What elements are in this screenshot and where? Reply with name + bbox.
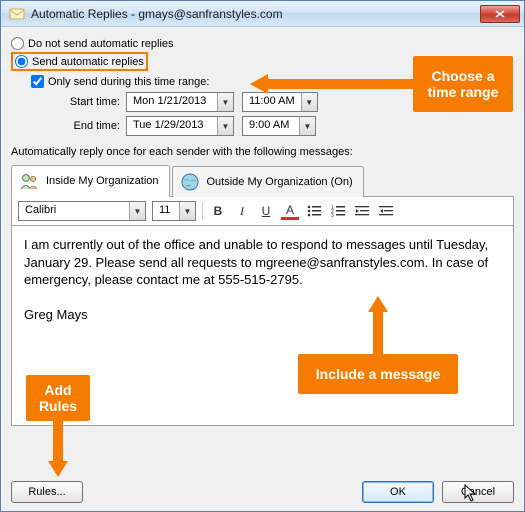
end-time-combo[interactable]: 9:00 AM ▼ bbox=[242, 116, 316, 136]
arrow-shaft bbox=[266, 79, 413, 89]
font-combo[interactable]: Calibri ▼ bbox=[18, 201, 146, 221]
titlebar: Automatic Replies - gmays@sanfranstyles.… bbox=[1, 1, 524, 27]
italic-button[interactable]: I bbox=[233, 202, 251, 220]
radio-send-highlight: Send automatic replies bbox=[11, 52, 148, 71]
start-date-value: Mon 1/21/2013 bbox=[127, 93, 217, 111]
radio-no-send-input[interactable] bbox=[11, 37, 24, 50]
tab-inside-label: Inside My Organization bbox=[46, 175, 159, 187]
indent-button[interactable] bbox=[377, 202, 395, 220]
end-date-value: Tue 1/29/2013 bbox=[127, 117, 217, 135]
radio-no-send-label: Do not send automatic replies bbox=[28, 38, 174, 50]
tabs: Inside My Organization Outside My Organi… bbox=[11, 164, 514, 197]
start-date-combo[interactable]: Mon 1/21/2013 ▼ bbox=[126, 92, 234, 112]
end-time-label: End time: bbox=[31, 120, 126, 132]
only-send-checkbox[interactable] bbox=[31, 75, 44, 88]
chevron-down-icon[interactable]: ▼ bbox=[217, 93, 233, 111]
radio-send-label: Send automatic replies bbox=[32, 56, 144, 68]
cancel-button[interactable]: Cancel bbox=[442, 481, 514, 503]
close-button[interactable] bbox=[480, 5, 520, 23]
chevron-down-icon[interactable]: ▼ bbox=[301, 93, 317, 111]
callout-rules: Add Rules bbox=[26, 375, 90, 421]
svg-text:3: 3 bbox=[331, 213, 334, 217]
globe-icon bbox=[179, 171, 201, 193]
rules-button[interactable]: Rules... bbox=[11, 481, 83, 503]
font-color-button[interactable]: A bbox=[281, 202, 299, 220]
reply-section-label: Automatically reply once for each sender… bbox=[11, 146, 514, 158]
start-time-value: 11:00 AM bbox=[243, 93, 301, 111]
arrow-up-icon bbox=[368, 296, 388, 312]
radio-send[interactable]: Send automatic replies bbox=[15, 55, 144, 68]
dialog-button-bar: Rules... OK Cancel bbox=[1, 475, 524, 511]
start-time-combo[interactable]: 11:00 AM ▼ bbox=[242, 92, 318, 112]
people-icon bbox=[18, 170, 40, 192]
chevron-down-icon[interactable]: ▼ bbox=[179, 202, 195, 220]
size-value: 11 bbox=[153, 202, 179, 220]
ok-button[interactable]: OK bbox=[362, 481, 434, 503]
toolbar-separator bbox=[202, 202, 203, 220]
tab-outside-org[interactable]: Outside My Organization (On) bbox=[172, 166, 364, 197]
start-time-label: Start time: bbox=[31, 96, 126, 108]
font-value: Calibri bbox=[19, 202, 129, 220]
numbered-list-button[interactable]: 123 bbox=[329, 202, 347, 220]
radio-send-input[interactable] bbox=[15, 55, 28, 68]
radio-no-send[interactable]: Do not send automatic replies bbox=[11, 37, 514, 50]
app-icon bbox=[9, 6, 25, 22]
tab-outside-label: Outside My Organization (On) bbox=[207, 176, 353, 188]
callout-time-range: Choose a time range bbox=[413, 56, 513, 112]
end-time-row: End time: Tue 1/29/2013 ▼ 9:00 AM ▼ bbox=[31, 116, 514, 136]
end-time-value: 9:00 AM bbox=[243, 117, 299, 135]
chevron-down-icon[interactable]: ▼ bbox=[217, 117, 233, 135]
arrow-shaft bbox=[53, 421, 63, 463]
callout-message: Include a message bbox=[298, 354, 458, 394]
end-date-combo[interactable]: Tue 1/29/2013 ▼ bbox=[126, 116, 234, 136]
window-title: Automatic Replies - gmays@sanfranstyles.… bbox=[31, 7, 480, 21]
underline-button[interactable]: U bbox=[257, 202, 275, 220]
arrow-shaft bbox=[373, 310, 383, 354]
chevron-down-icon[interactable]: ▼ bbox=[299, 117, 315, 135]
only-send-label: Only send during this time range: bbox=[48, 76, 209, 88]
size-combo[interactable]: 11 ▼ bbox=[152, 201, 196, 221]
outdent-button[interactable] bbox=[353, 202, 371, 220]
arrow-down-icon bbox=[48, 461, 68, 477]
editor-toolbar: Calibri ▼ 11 ▼ B I U A 123 bbox=[11, 197, 514, 226]
arrow-left-icon bbox=[250, 74, 268, 94]
tab-inside-org[interactable]: Inside My Organization bbox=[11, 165, 170, 197]
bold-button[interactable]: B bbox=[209, 202, 227, 220]
bullet-list-button[interactable] bbox=[305, 202, 323, 220]
chevron-down-icon[interactable]: ▼ bbox=[129, 202, 145, 220]
